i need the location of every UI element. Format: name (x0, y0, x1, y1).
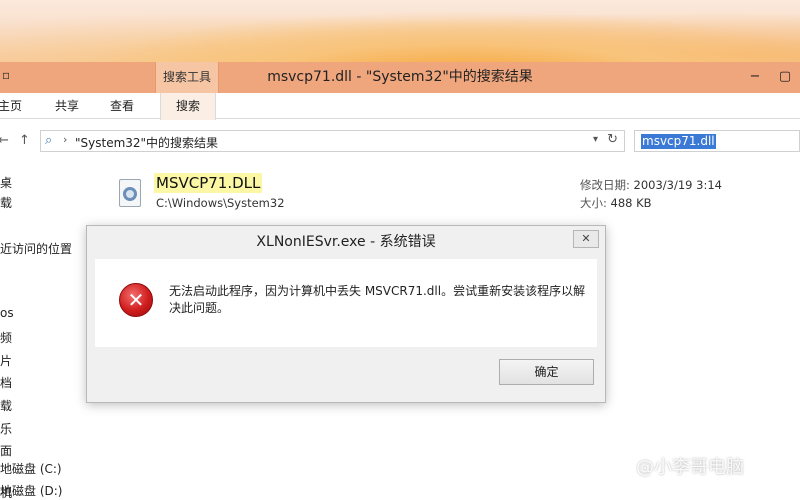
desktop-wallpaper (0, 0, 800, 62)
error-message: 无法启动此程序，因为计算机中丢失 MSVCR71.dll。尝试重新安装该程序以解… (169, 284, 586, 315)
search-location-icon: ⌕ (45, 133, 53, 148)
nav-item[interactable]: 桌 (0, 174, 12, 191)
modified-value: 2003/3/19 3:14 (633, 178, 722, 192)
tab-share[interactable]: 共享 (55, 93, 79, 119)
nav-item[interactable]: os (0, 306, 14, 320)
size-label: 大小: (580, 196, 607, 210)
dll-file-icon (119, 179, 141, 207)
nav-item-drive-c[interactable]: 地磁盘 (C:) (0, 460, 62, 477)
tab-home[interactable]: 主页 (0, 93, 22, 119)
nav-item[interactable]: 乐 (0, 420, 12, 437)
breadcrumb-chevron-icon[interactable]: › (63, 133, 67, 146)
system-error-dialog: XLNonIESvr.exe - 系统错误 ✕ ✕ 无法启动此程序，因为计算机中… (86, 225, 606, 403)
file-size: 大小: 488 KB (580, 195, 652, 211)
nav-item[interactable]: 载 (0, 397, 12, 414)
refresh-icon[interactable]: ↻ (607, 132, 618, 147)
size-value: 488 KB (610, 196, 652, 210)
nav-item-drive-d[interactable]: 地磁盘 (D:) (0, 482, 62, 499)
nav-item[interactable]: 面 (0, 442, 12, 459)
address-field[interactable]: ⌕ › "System32"中的搜索结果 ▾ ↻ (40, 130, 625, 152)
address-bar-row: ← ↑ ⌕ › "System32"中的搜索结果 ▾ ↻ msvcp71.dll (0, 124, 800, 158)
up-arrow-icon[interactable]: ↑ (19, 133, 30, 148)
file-name: MSVCP71.DLL (154, 173, 263, 193)
dialog-title: XLNonIESvr.exe - 系统错误 (256, 234, 436, 250)
window-controls: − ▢ (740, 62, 800, 93)
title-bar: ▫ 搜索工具 msvcp71.dll - "System32"中的搜索结果 − … (0, 62, 800, 93)
minimize-icon[interactable]: − (740, 62, 770, 93)
nav-item[interactable]: 频 (0, 329, 12, 346)
search-query[interactable]: msvcp71.dll (641, 134, 716, 149)
close-icon[interactable]: ✕ (573, 230, 599, 248)
dialog-body: ✕ 无法启动此程序，因为计算机中丢失 MSVCR71.dll。尝试重新安装该程序… (95, 259, 597, 347)
ribbon-tabs: 主页 共享 查看 搜索 (0, 93, 800, 120)
window-title: msvcp71.dll - "System32"中的搜索结果 (267, 69, 533, 85)
search-input[interactable]: msvcp71.dll (634, 130, 800, 152)
modified-label: 修改日期: (580, 178, 630, 192)
nav-item[interactable]: 档 (0, 374, 12, 391)
back-arrow-icon[interactable]: ← (0, 133, 9, 148)
nav-item-recent[interactable]: 近访问的位置 (0, 240, 72, 257)
tab-search[interactable]: 搜索 (160, 93, 216, 120)
navigation-pane: 桌 载 近访问的位置 os 频 片 档 载 乐 面 机 地磁盘 (C:) 地磁盘… (0, 162, 90, 500)
modified-date: 修改日期: 2003/3/19 3:14 (580, 177, 722, 193)
watermark: @小李哥电脑 (636, 457, 744, 478)
error-icon: ✕ (119, 283, 153, 317)
breadcrumb[interactable]: "System32"中的搜索结果 (75, 134, 218, 151)
maximize-icon[interactable]: ▢ (770, 62, 800, 93)
ok-button[interactable]: 确定 (499, 359, 594, 385)
nav-item[interactable]: 载 (0, 194, 12, 211)
tab-view[interactable]: 查看 (110, 93, 134, 119)
file-path: C:\Windows\System32 (156, 196, 285, 210)
chevron-down-icon[interactable]: ▾ (593, 134, 598, 145)
search-result-item[interactable]: MSVCP71.DLL C:\Windows\System32 修改日期: 20… (112, 172, 792, 220)
nav-item[interactable]: 片 (0, 352, 12, 369)
